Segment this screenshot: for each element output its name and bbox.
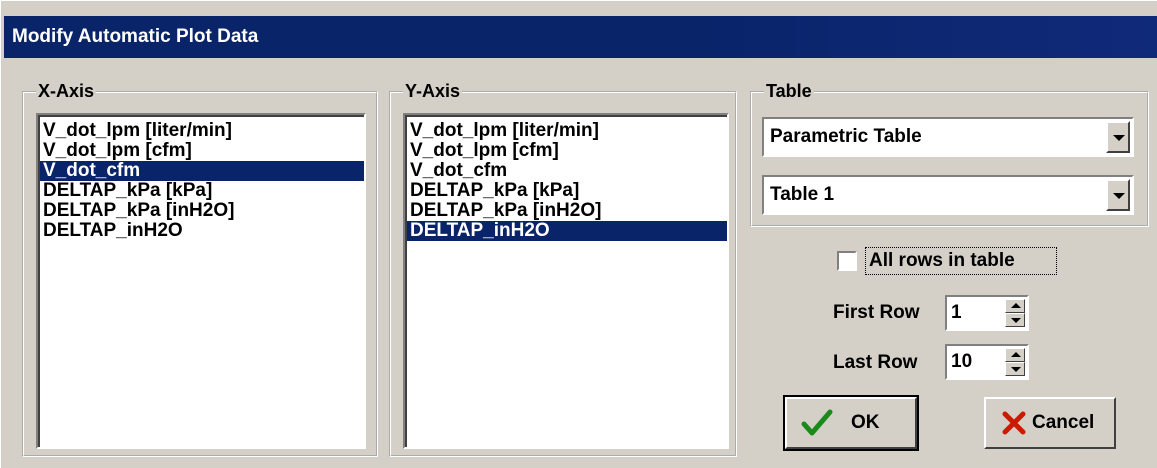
x-axis-listbox[interactable]: V_dot_lpm [liter/min] V_dot_lpm [cfm] V_do… bbox=[36, 113, 366, 449]
list-item[interactable]: V_dot_lpm [liter/min] bbox=[40, 121, 364, 141]
last-row-up-button[interactable] bbox=[1005, 348, 1025, 362]
checkmark-icon bbox=[801, 409, 833, 436]
y-axis-listbox[interactable]: V_dot_lpm [liter/min] V_dot_lpm [cfm] V_do… bbox=[403, 113, 729, 449]
y-axis-title: Y-Axis bbox=[403, 80, 463, 102]
table-type-value: Parametric Table bbox=[770, 126, 922, 147]
list-item[interactable]: DELTAP_inH2O bbox=[40, 221, 364, 241]
last-row-spin bbox=[1005, 348, 1025, 376]
all-rows-label[interactable]: All rows in table bbox=[869, 249, 1015, 273]
table-type-dropdown-button[interactable] bbox=[1106, 121, 1130, 153]
first-row-up-button[interactable] bbox=[1005, 299, 1025, 313]
list-item[interactable]: V_dot_lpm [cfm] bbox=[40, 141, 364, 161]
x-axis-title: X-Axis bbox=[36, 80, 97, 102]
cancel-button[interactable]: Cancel bbox=[984, 397, 1116, 449]
first-row-value: 1 bbox=[951, 302, 962, 323]
list-item[interactable]: V_dot_cfm bbox=[407, 161, 727, 181]
last-row-label: Last Row bbox=[833, 352, 918, 373]
last-row-value: 10 bbox=[951, 351, 973, 372]
first-row-label: First Row bbox=[833, 302, 920, 323]
close-icon bbox=[1002, 411, 1026, 435]
title-bar: Modify Automatic Plot Data bbox=[4, 16, 1157, 58]
table-select-dropdown[interactable]: Table 1 bbox=[762, 175, 1134, 215]
list-item[interactable]: DELTAP_kPa [inH2O] bbox=[40, 201, 364, 221]
list-item[interactable]: V_dot_lpm [liter/min] bbox=[407, 121, 727, 141]
table-group-title: Table bbox=[764, 80, 814, 102]
first-row-stepper[interactable]: 1 bbox=[945, 295, 1029, 331]
list-item[interactable]: DELTAP_kPa [inH2O] bbox=[407, 201, 727, 221]
arrow-up-icon bbox=[1011, 352, 1021, 357]
dialog-window: Modify Automatic Plot Data X-Axis V_dot_… bbox=[0, 0, 1157, 468]
chevron-down-icon bbox=[1113, 135, 1125, 141]
chevron-down-icon bbox=[1113, 193, 1125, 199]
cancel-label: Cancel bbox=[1032, 412, 1095, 433]
list-item[interactable]: DELTAP_kPa [kPa] bbox=[407, 181, 727, 201]
ok-button[interactable]: OK bbox=[783, 395, 919, 451]
x-axis-group: X-Axis V_dot_lpm [liter/min] V_dot_lpm [c… bbox=[22, 80, 378, 457]
first-row-down-button[interactable] bbox=[1005, 313, 1025, 327]
y-axis-list: V_dot_lpm [liter/min] V_dot_lpm [cfm] V_do… bbox=[405, 115, 727, 447]
arrow-up-icon bbox=[1011, 303, 1021, 308]
table-select-dropdown-button[interactable] bbox=[1106, 179, 1130, 211]
window-title: Modify Automatic Plot Data bbox=[12, 26, 259, 47]
all-rows-checkbox[interactable] bbox=[837, 251, 857, 271]
first-row-spin bbox=[1005, 299, 1025, 327]
last-row-stepper[interactable]: 10 bbox=[945, 344, 1029, 380]
ok-label: OK bbox=[851, 412, 880, 433]
table-type-dropdown[interactable]: Parametric Table bbox=[762, 117, 1134, 157]
last-row-down-button[interactable] bbox=[1005, 362, 1025, 376]
y-axis-group: Y-Axis V_dot_lpm [liter/min] V_dot_lpm [c… bbox=[389, 80, 737, 457]
list-item[interactable]: DELTAP_kPa [kPa] bbox=[40, 181, 364, 201]
x-axis-list: V_dot_lpm [liter/min] V_dot_lpm [cfm] V_do… bbox=[38, 115, 364, 447]
arrow-down-icon bbox=[1011, 367, 1021, 372]
table-select-value: Table 1 bbox=[770, 184, 835, 205]
list-item[interactable]: V_dot_lpm [cfm] bbox=[407, 141, 727, 161]
list-item[interactable]: DELTAP_inH2O bbox=[407, 221, 727, 241]
table-group: Table Parametric Table Table 1 bbox=[750, 80, 1149, 227]
list-item[interactable]: V_dot_cfm bbox=[40, 161, 364, 181]
arrow-down-icon bbox=[1011, 318, 1021, 323]
